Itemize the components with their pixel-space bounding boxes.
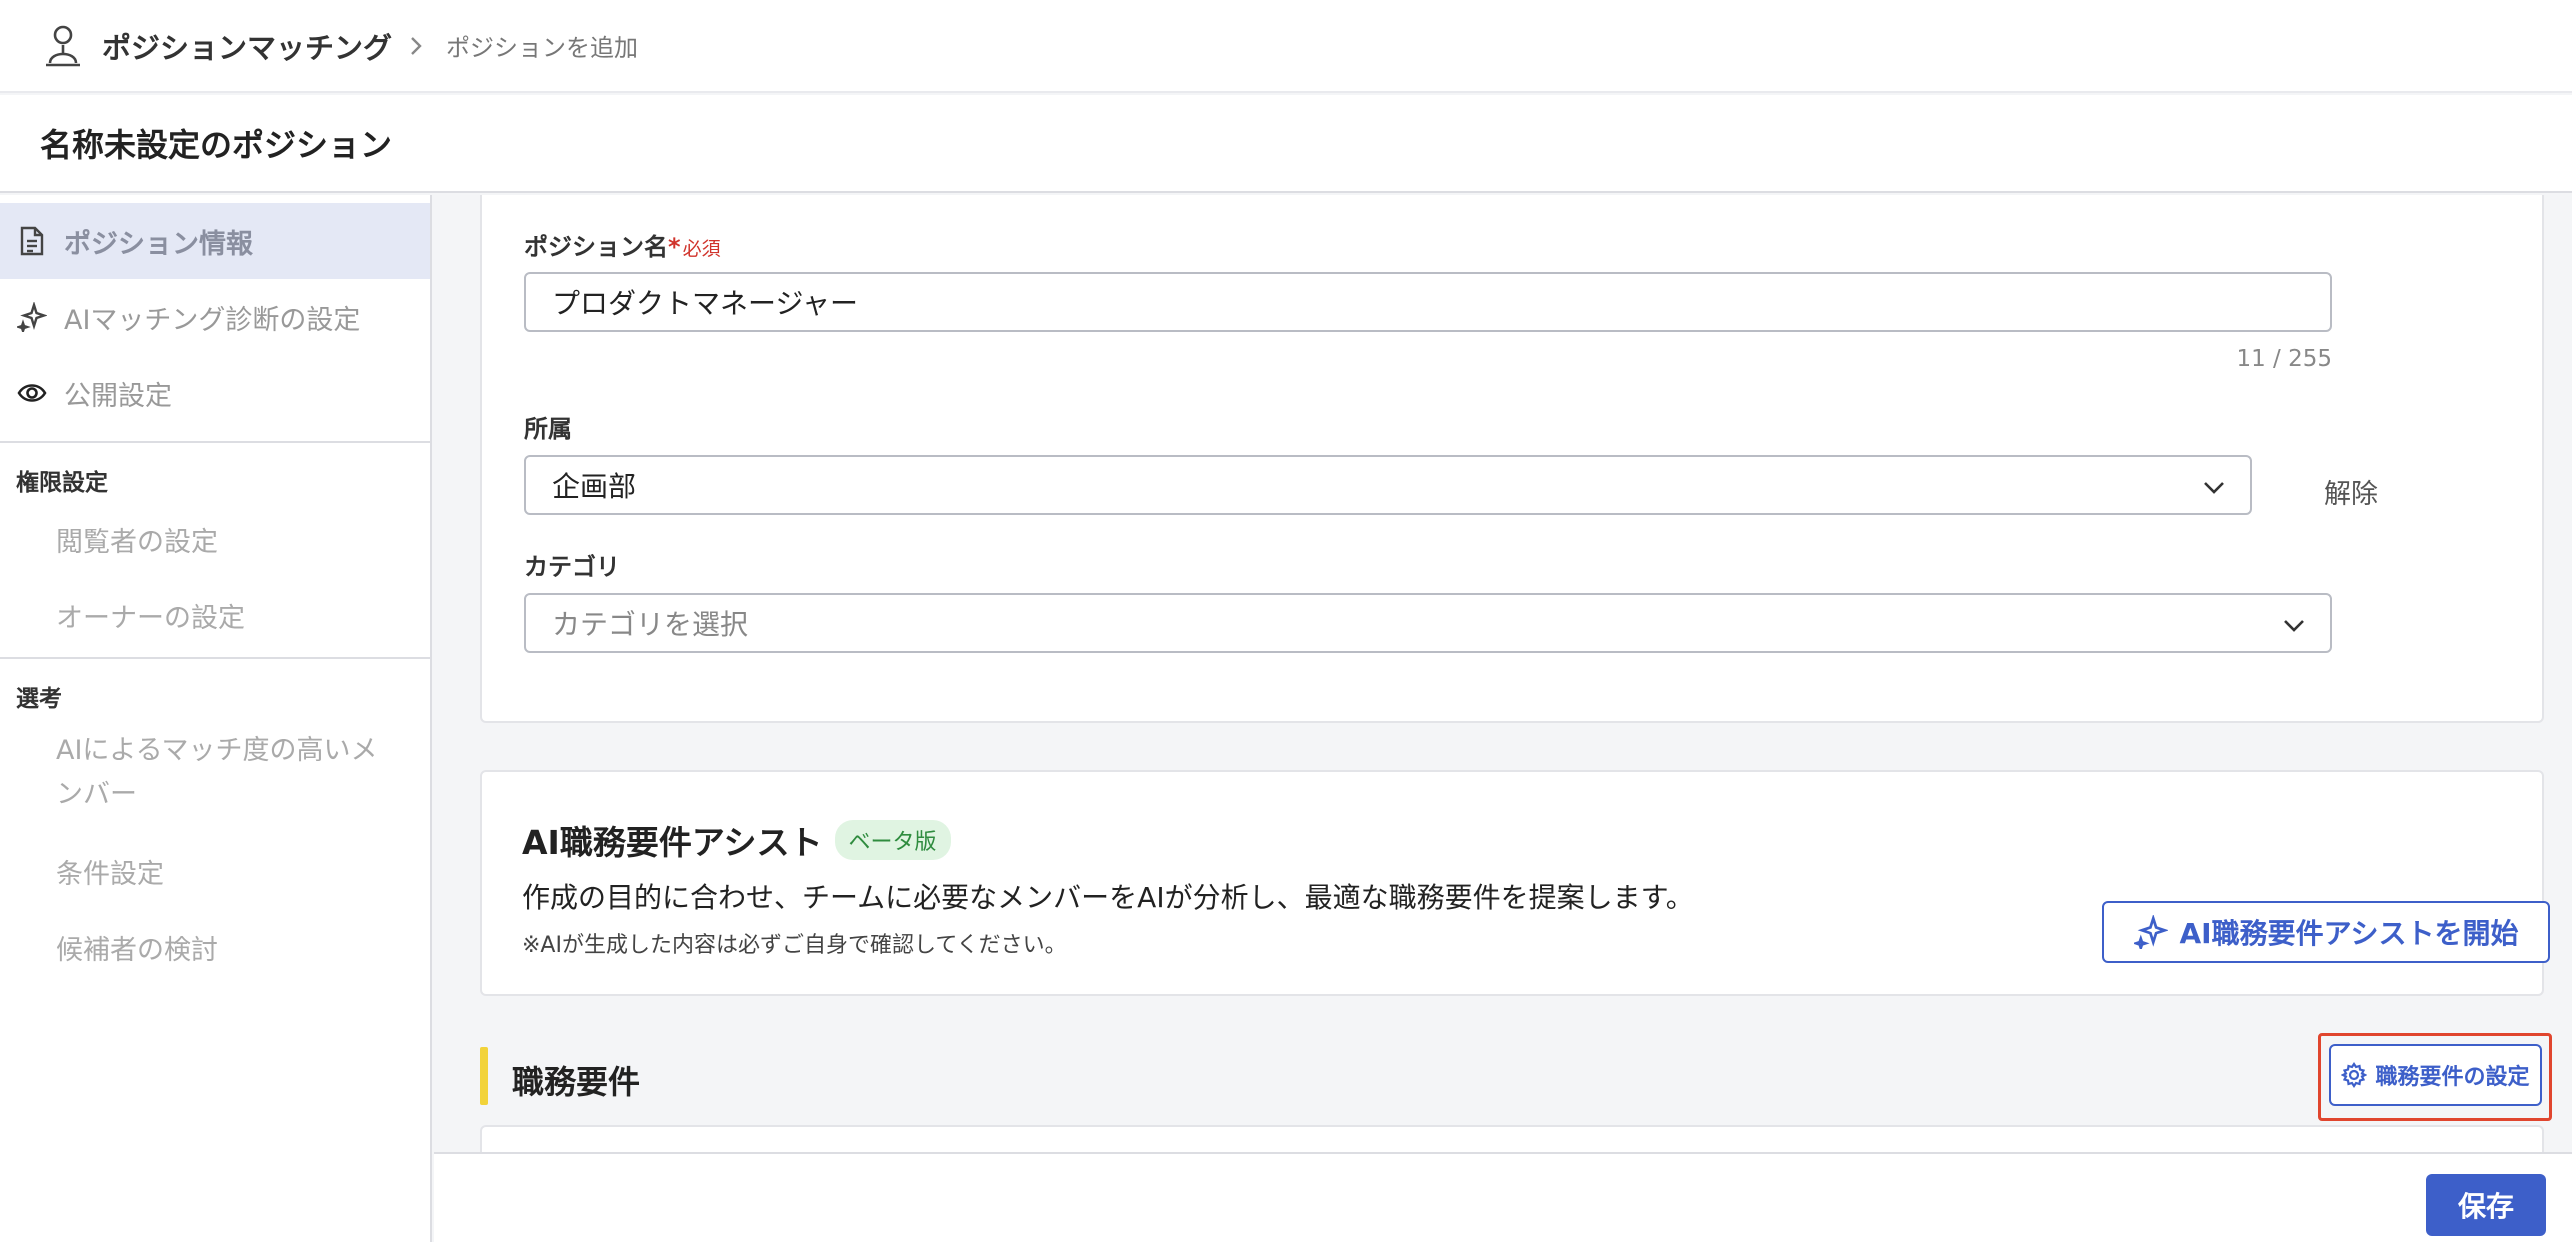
chevron-down-icon: [2200, 473, 2228, 501]
position-name-label: ポジション名* 必須: [524, 233, 721, 261]
required-text: 必須: [682, 238, 721, 260]
page-header: 名称未設定のポジション: [0, 95, 2572, 193]
category-placeholder: カテゴリを選択: [552, 608, 749, 641]
affiliation-select[interactable]: 企画部: [524, 455, 2252, 515]
chevron-right-icon: [406, 32, 434, 60]
sidebar-section-selection: 選考: [16, 686, 62, 712]
category-label: カテゴリ: [524, 553, 620, 581]
position-info-card: ポジション名* 必須 プロダクトマネージャー 11 / 255 所属 企画部 解除…: [480, 195, 2544, 723]
sidebar-item-conditions[interactable]: 条件設定: [0, 837, 430, 913]
requirements-title: 職務要件: [512, 1063, 641, 1101]
person-icon[interactable]: [40, 23, 86, 69]
sidebar-item-publish[interactable]: 公開設定: [0, 355, 430, 431]
position-name-value: プロダクトマネージャー: [552, 287, 859, 320]
requirements-settings-button[interactable]: 職務要件の設定: [2329, 1044, 2542, 1106]
char-counter: 11 / 255: [2236, 346, 2332, 372]
sidebar-item-viewers[interactable]: 閲覧者の設定: [0, 505, 430, 581]
sidebar-section-permissions: 権限設定: [16, 470, 108, 496]
footer-bar: 保存: [434, 1152, 2572, 1242]
sidebar-item-position-info[interactable]: ポジション情報: [0, 203, 430, 279]
sidebar-item-label: ポジション情報: [64, 228, 253, 260]
requirements-settings-label: 職務要件の設定: [2375, 1065, 2530, 1090]
requirements-section-header: 職務要件 職務要件の設定: [480, 1033, 2552, 1121]
sidebar-item-ai-matching[interactable]: AIマッチング診断の設定: [0, 279, 430, 355]
clear-affiliation-link[interactable]: 解除: [2324, 472, 2378, 511]
main-content: ポジション名* 必須 プロダクトマネージャー 11 / 255 所属 企画部 解除…: [434, 195, 2572, 1152]
section-accent-bar: [480, 1047, 488, 1105]
eye-icon: [16, 377, 48, 409]
category-select[interactable]: カテゴリを選択: [524, 593, 2332, 653]
highlight-box: 職務要件の設定: [2318, 1033, 2552, 1121]
app-title[interactable]: ポジションマッチング: [102, 25, 392, 67]
sidebar-item-label: AIマッチング診断の設定: [64, 304, 361, 336]
start-ai-assist-button[interactable]: AI職務要件アシストを開始: [2102, 901, 2550, 963]
ai-assist-description: 作成の目的に合わせ、チームに必要なメンバーをAIが分析し、最適な職務要件を提案し…: [522, 881, 1694, 914]
ai-assist-card: AI職務要件アシスト ベータ版 作成の目的に合わせ、チームに必要なメンバーをAI…: [480, 770, 2550, 996]
breadcrumb-current: ポジションを追加: [446, 34, 639, 62]
start-ai-assist-label: AI職務要件アシストを開始: [2179, 917, 2519, 950]
sidebar: ポジション情報 AIマッチング診断の設定 公開設定 権限設定 閲覧者の設定 オー…: [0, 195, 432, 1242]
affiliation-value: 企画部: [552, 470, 637, 503]
sidebar-item-label: 公開設定: [64, 380, 172, 412]
page-title: 名称未設定のポジション: [40, 126, 393, 164]
ai-assist-note: ※AIが生成した内容は必ずご自身で確認してください。: [522, 933, 1067, 958]
sparkle-icon: [2133, 915, 2168, 949]
required-mark: *: [668, 233, 681, 261]
sidebar-item-owners[interactable]: オーナーの設定: [0, 581, 430, 657]
document-icon: [16, 225, 48, 257]
ai-assist-title: AI職務要件アシスト ベータ版: [522, 816, 951, 864]
sidebar-item-ai-high-match[interactable]: AIによるマッチ度の高いメンバー: [0, 721, 430, 837]
sidebar-item-candidates[interactable]: 候補者の検討: [0, 913, 430, 989]
ai-assist-title-text: AI職務要件アシスト: [522, 823, 823, 862]
beta-badge: ベータ版: [834, 820, 951, 860]
chevron-down-icon: [2280, 611, 2308, 639]
gear-icon: [2341, 1062, 2368, 1088]
top-bar: ポジションマッチング ポジションを追加: [0, 0, 2572, 93]
affiliation-label: 所属: [524, 415, 572, 443]
save-button[interactable]: 保存: [2426, 1174, 2546, 1236]
sparkle-icon: [16, 301, 48, 333]
position-name-input[interactable]: プロダクトマネージャー: [524, 272, 2332, 332]
requirements-card: [480, 1125, 2544, 1152]
